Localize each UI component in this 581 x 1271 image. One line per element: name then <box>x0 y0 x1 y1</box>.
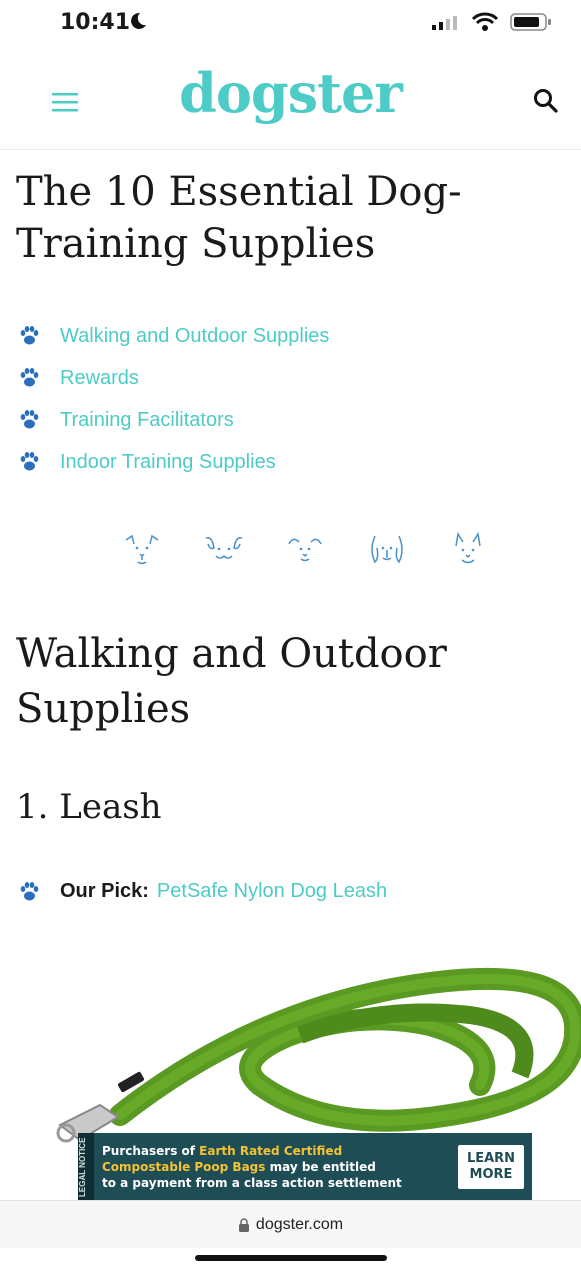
paw-icon <box>20 881 39 900</box>
our-pick-link[interactable]: PetSafe Nylon Dog Leash <box>157 880 387 903</box>
url-text: dogster.com <box>255 1215 344 1233</box>
ad-text: Purchasers of Earth Rated Certified Comp… <box>94 1139 458 1195</box>
site-logo-text: dogster <box>179 61 403 125</box>
dog-face-icon <box>205 536 242 559</box>
paw-icon <box>20 326 39 345</box>
learn-more-button[interactable]: LEARN MORE <box>458 1145 524 1189</box>
status-bar: 10:41 <box>0 0 581 52</box>
site-logo[interactable]: dogster <box>0 66 581 120</box>
toc-item: Indoor Training Supplies <box>18 441 329 483</box>
dog-face-icon <box>455 531 481 564</box>
toc-link-rewards[interactable]: Rewards <box>60 367 139 390</box>
paw-icon <box>20 452 39 471</box>
paw-icon <box>20 368 39 387</box>
ad-line1-prefix: Purchasers of <box>102 1144 200 1158</box>
browser-url-bar[interactable]: dogster.com <box>0 1200 581 1248</box>
dog-faces-divider <box>120 528 490 572</box>
item-title: 1. Leash <box>16 787 162 827</box>
our-pick-label: Our Pick: <box>60 880 149 902</box>
table-of-contents: Walking and Outdoor Supplies Rewards Tra… <box>18 315 329 483</box>
search-icon[interactable] <box>533 88 559 114</box>
learn-more-label: LEARN MORE <box>466 1151 516 1182</box>
toc-item: Rewards <box>18 357 329 399</box>
ad-line2-highlight: Compostable Poop Bags <box>102 1160 266 1174</box>
toc-link-walking[interactable]: Walking and Outdoor Supplies <box>60 325 329 348</box>
toc-link-training-facilitators[interactable]: Training Facilitators <box>60 409 234 432</box>
leash-product-image[interactable] <box>0 965 581 1145</box>
our-pick: Our Pick: PetSafe Nylon Dog Leash <box>18 880 387 903</box>
dog-face-icon <box>288 538 322 562</box>
section-title: Walking and Outdoor Supplies <box>16 631 447 732</box>
dog-face-icon <box>370 535 403 564</box>
ad-line2-suffix: may be entitled <box>265 1160 376 1174</box>
paw-icon <box>20 410 39 429</box>
ad-line1-highlight: Earth Rated Certified <box>199 1144 343 1158</box>
toc-link-indoor-training[interactable]: Indoor Training Supplies <box>60 451 276 474</box>
toc-item: Training Facilitators <box>18 399 329 441</box>
ad-banner[interactable]: LEGAL NOTICE Purchasers of Earth Rated C… <box>78 1133 532 1201</box>
signal-icon <box>432 16 457 30</box>
lock-icon <box>238 1217 249 1232</box>
dog-face-icon <box>125 534 159 565</box>
site-header: dogster <box>0 52 581 150</box>
toc-item: Walking and Outdoor Supplies <box>18 315 329 357</box>
status-time: 10:41 <box>60 10 131 35</box>
battery-icon <box>510 13 551 31</box>
ad-line3: to a payment from a class action settlem… <box>102 1176 402 1190</box>
wifi-icon <box>472 12 498 31</box>
home-indicator[interactable] <box>195 1255 387 1261</box>
moon-icon <box>131 12 146 29</box>
ad-legal-notice-tag: LEGAL NOTICE <box>78 1133 94 1201</box>
article-title: The 10 Essential Dog-Training Supplies <box>16 169 462 267</box>
